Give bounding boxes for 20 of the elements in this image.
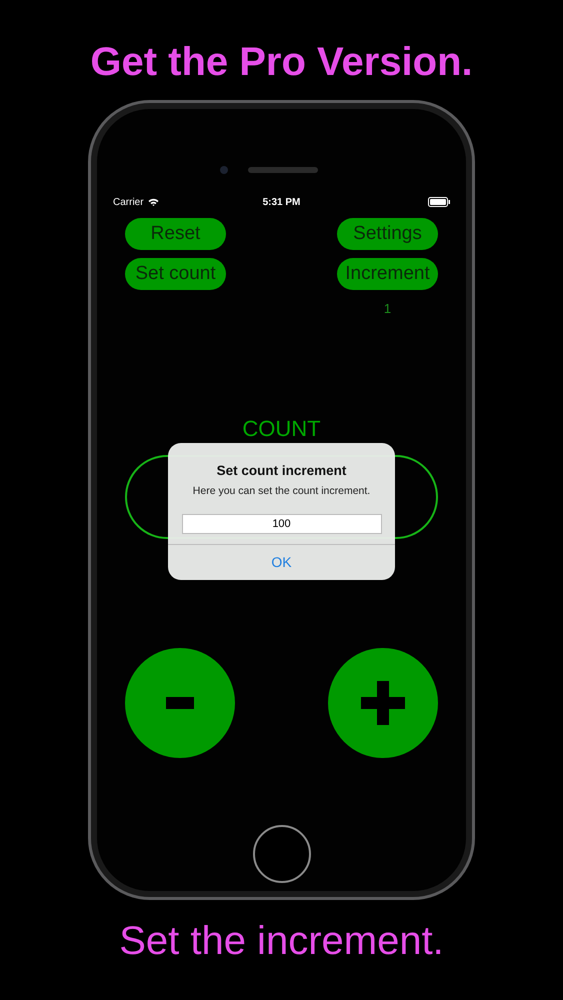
- headline: Get the Pro Version.: [89, 39, 474, 86]
- reset-button[interactable]: Reset: [125, 218, 226, 250]
- alert-title: Set count increment: [216, 462, 348, 480]
- minus-icon: [166, 696, 194, 708]
- settings-button[interactable]: Settings: [337, 218, 438, 250]
- increment-value: 1: [382, 300, 392, 318]
- carrier-label: Carrier: [113, 196, 144, 210]
- camera-icon: [220, 166, 228, 174]
- increment-input-field[interactable]: 100: [182, 514, 382, 534]
- caption: Set the increment.: [118, 918, 445, 965]
- alert-message: Here you can set the count increment.: [192, 484, 372, 499]
- increment-setting-button[interactable]: Increment: [337, 258, 438, 290]
- speaker-icon: [248, 167, 318, 173]
- battery-icon: [428, 197, 450, 207]
- count-label: COUNT: [241, 416, 322, 440]
- plus-icon: [361, 680, 405, 724]
- set-count-button[interactable]: Set count: [125, 258, 226, 290]
- ok-button[interactable]: OK: [168, 544, 395, 580]
- status-time: 5:31 PM: [262, 196, 300, 210]
- wifi-icon: [148, 198, 159, 206]
